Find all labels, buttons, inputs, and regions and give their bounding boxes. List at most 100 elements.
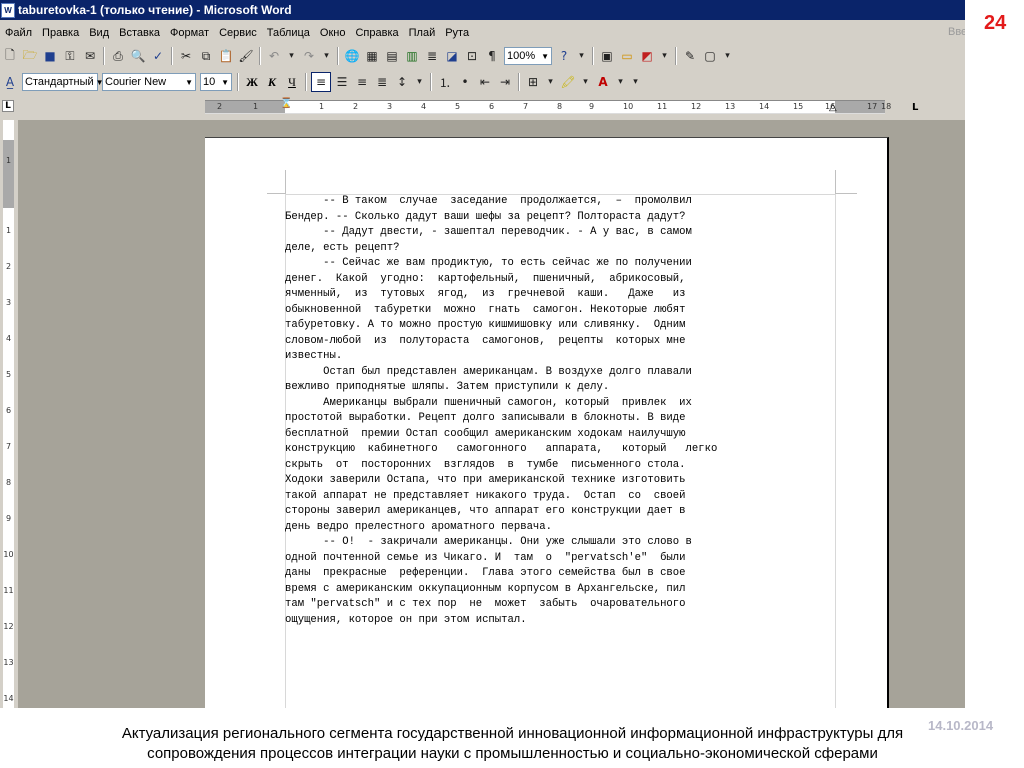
ruler-strip[interactable]: 2 1 1 2 3 4 5 6 7 8 9 10 11 12 13 14 15 … (205, 98, 891, 114)
text-line: там "pervatsch" и с тех пор не может заб… (285, 598, 686, 610)
toolbar-separator (518, 73, 520, 91)
reviewing-icon[interactable]: ▣ (598, 47, 616, 65)
document-page[interactable]: -- В таком случае заседание продолжается… (205, 137, 889, 708)
menu-help[interactable]: Справка (350, 27, 403, 39)
research-icon[interactable]: ◩ (638, 47, 656, 65)
print-preview-icon[interactable]: 🔍 (129, 47, 147, 65)
border-icon[interactable]: ⊞ (524, 73, 542, 91)
align-right-icon[interactable]: ≡ (353, 73, 371, 91)
menu-ruta[interactable]: Рута (440, 27, 474, 39)
crop-mark (285, 170, 286, 194)
underline-button[interactable]: Ч (283, 75, 301, 90)
email-icon[interactable]: ✉ (81, 47, 99, 65)
highlight-pane-icon[interactable]: ▭ (618, 47, 636, 65)
text-line: стороны заверил американцев, что аппарат… (285, 505, 686, 517)
hyperlink-icon[interactable]: 🌐 (343, 47, 361, 65)
styles-pane-icon[interactable]: A̲ (1, 73, 19, 91)
text-line: денег. Какой угодно: картофельный, пшени… (285, 272, 686, 285)
cut-icon[interactable]: ✂ (177, 47, 195, 65)
first-line-indent-marker[interactable]: ⌛ (280, 98, 292, 109)
toolbar-separator (171, 47, 173, 65)
italic-button[interactable]: К (263, 75, 281, 90)
frame-icon[interactable]: ▢ (701, 47, 719, 65)
document-text[interactable]: -- В таком случае заседание продолжается… (285, 194, 717, 628)
chevron-down-icon[interactable]: ▼ (221, 78, 229, 87)
chevron-down-icon[interactable]: ▾ (579, 73, 592, 91)
new-icon[interactable]: 🗋 (1, 47, 19, 65)
open-icon[interactable]: 🗁 (21, 47, 39, 65)
tables-borders-icon[interactable]: ▦ (363, 47, 381, 65)
window-title: taburetovka-1 (только чтение) - Microsof… (18, 3, 292, 17)
ruler-number: 1 (253, 102, 259, 111)
ruler-number: 18 (881, 102, 892, 111)
chevron-down-icon[interactable]: ▾ (721, 47, 734, 65)
word-doc-icon[interactable]: W (1, 2, 15, 18)
line-spacing-icon[interactable]: ↕ (393, 73, 411, 91)
tab-stop-icon[interactable]: L (912, 102, 918, 113)
increase-indent-icon[interactable]: ⇥ (496, 73, 514, 91)
chevron-down-icon[interactable]: ▾ (320, 47, 333, 65)
decrease-indent-icon[interactable]: ⇤ (476, 73, 494, 91)
menu-format[interactable]: Формат (165, 27, 214, 39)
permission-icon[interactable]: ⚿ (61, 47, 79, 65)
menu-table[interactable]: Таблица (262, 27, 315, 39)
font-select[interactable]: Courier New ▼ (102, 73, 196, 91)
ruler-number: 5 (455, 102, 461, 111)
format-painter-icon[interactable]: 🖌 (237, 47, 255, 65)
menu-insert[interactable]: Вставка (114, 27, 165, 39)
columns-icon[interactable]: ≣ (423, 47, 441, 65)
horizontal-ruler[interactable]: L 2 1 1 2 3 4 5 6 7 8 9 10 11 12 13 14 1… (0, 96, 965, 118)
chevron-down-icon[interactable]: ▼ (185, 78, 193, 87)
align-left-icon[interactable]: ≣ (373, 73, 391, 91)
save-icon[interactable]: ■ (41, 47, 59, 65)
font-color-icon[interactable]: A (594, 73, 612, 91)
menu-plai[interactable]: Плай (404, 27, 441, 39)
chevron-down-icon[interactable]: ▾ (285, 47, 298, 65)
crop-mark (835, 193, 857, 194)
tab-selector-icon[interactable]: L (2, 100, 14, 112)
document-map-icon[interactable]: ⊡ (463, 47, 481, 65)
chevron-down-icon[interactable]: ▾ (544, 73, 557, 91)
vruler-number: 12 (3, 622, 14, 631)
font-size-select[interactable]: 10 ▼ (200, 73, 232, 91)
undo-icon[interactable]: ↶ (265, 47, 283, 65)
drawing-icon[interactable]: ◪ (443, 47, 461, 65)
text-line: бесплатной премии Остап сообщил американ… (285, 427, 686, 440)
chevron-down-icon[interactable]: ▾ (658, 47, 671, 65)
show-hide-icon[interactable]: ¶ (483, 47, 501, 65)
chevron-down-icon[interactable]: ▼ (541, 52, 549, 61)
chevron-down-icon[interactable]: ▾ (575, 47, 588, 65)
insert-table-icon[interactable]: ▤ (383, 47, 401, 65)
highlight-icon[interactable]: 🖍 (559, 73, 577, 91)
style-select[interactable]: Стандартный ▼ (22, 73, 104, 91)
text-line: -- О! - закричали американцы. Они уже сл… (285, 536, 692, 548)
edit-icon[interactable]: ✎ (681, 47, 699, 65)
insert-excel-icon[interactable]: ▥ (403, 47, 421, 65)
vertical-ruler-margin (3, 140, 14, 208)
copy-icon[interactable]: ⧉ (197, 47, 215, 65)
title-bar: W taburetovka-1 (только чтение) - Micros… (0, 0, 965, 20)
bullets-icon[interactable]: • (456, 73, 474, 91)
align-justify-icon[interactable]: ≡ (311, 72, 331, 92)
paste-icon[interactable]: 📋 (217, 47, 235, 65)
right-indent-marker[interactable]: △ (829, 102, 837, 113)
help-question-box[interactable]: Вве (948, 26, 965, 38)
menu-window[interactable]: Окно (315, 27, 351, 39)
align-center-icon[interactable]: ☰ (333, 73, 351, 91)
toolbar-options-icon[interactable]: ▾ (629, 73, 642, 91)
spelling-icon[interactable]: ✓ (149, 47, 167, 65)
vruler-number: 8 (5, 478, 12, 487)
menu-view[interactable]: Вид (84, 27, 114, 39)
help-icon[interactable]: ? (555, 47, 573, 65)
menu-edit[interactable]: Правка (37, 27, 84, 39)
redo-icon[interactable]: ↷ (300, 47, 318, 65)
vertical-ruler[interactable]: 1 1 2 3 4 5 6 7 8 9 10 11 12 13 14 (0, 120, 18, 708)
zoom-select[interactable]: 100% ▼ (504, 47, 552, 65)
menu-tools[interactable]: Сервис (214, 27, 262, 39)
numbering-icon[interactable]: ⒈ (436, 73, 454, 91)
chevron-down-icon[interactable]: ▾ (614, 73, 627, 91)
print-icon[interactable]: ⎙ (109, 47, 127, 65)
chevron-down-icon[interactable]: ▾ (413, 73, 426, 91)
bold-button[interactable]: Ж (243, 75, 261, 90)
menu-file[interactable]: Файл (0, 27, 37, 39)
